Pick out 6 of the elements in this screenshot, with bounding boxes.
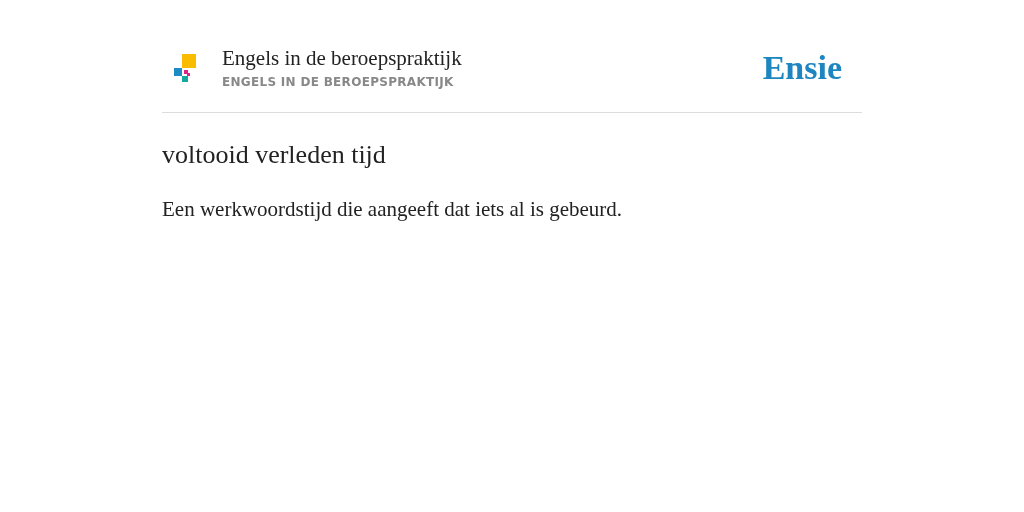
definition-text: Een werkwoordstijd die aangeeft dat iets al is gebeurd. (162, 196, 624, 223)
logo-icon (174, 54, 196, 82)
site-subtitle: ENGELS IN DE BEROEPSPRAKTIJK (222, 74, 455, 91)
brand-logo[interactable]: Ensie (762, 51, 842, 85)
term-heading: voltooid verleden tijd (162, 139, 387, 171)
site-title: Engels in de beroepspraktijk (222, 45, 462, 72)
